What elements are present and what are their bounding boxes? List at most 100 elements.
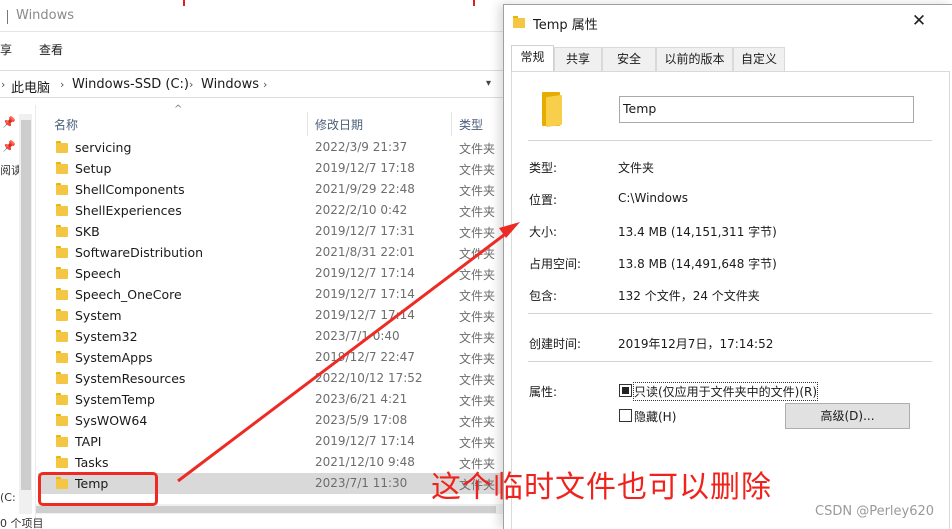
file-type: 文件夹: [459, 415, 496, 429]
file-name: SystemResources: [75, 371, 186, 386]
file-type: 文件夹: [459, 247, 496, 261]
file-row[interactable]: Setup 2019/12/7 17:18 文件夹: [38, 158, 505, 179]
column-header-name[interactable]: 名称: [38, 112, 307, 136]
tab-customize[interactable]: 自定义: [733, 47, 785, 71]
file-type: 文件夹: [459, 142, 496, 156]
contains-label: 包含:: [529, 289, 558, 303]
folder-icon: [56, 330, 68, 342]
close-icon[interactable]: ✕: [909, 11, 929, 31]
file-row[interactable]: SystemTemp 2023/6/21 4:21 文件夹: [38, 389, 505, 410]
file-type: 文件夹: [459, 373, 496, 387]
file-date: 2023/5/9 17:08: [315, 413, 408, 427]
folder-name-input[interactable]: Temp: [619, 96, 914, 123]
file-name: SKB: [75, 224, 100, 239]
folder-icon: [56, 288, 68, 300]
pin-icon: 📌: [2, 116, 16, 129]
file-date: 2022/10/12 17:52: [315, 371, 423, 385]
size-label: 大小:: [529, 225, 558, 239]
file-row[interactable]: SysWOW64 2023/5/9 17:08 文件夹: [38, 410, 505, 431]
column-header-date[interactable]: 修改日期: [308, 112, 450, 136]
size-value: 13.4 MB (14,151,311 字节): [618, 225, 777, 239]
folder-icon: [56, 204, 68, 216]
checkbox-indeterminate-mark: [622, 387, 629, 394]
file-row[interactable]: servicing 2022/3/9 21:37 文件夹: [38, 137, 505, 158]
column-header-type[interactable]: 类型: [452, 112, 505, 136]
file-date: 2019/12/7 17:14: [315, 434, 415, 448]
file-row[interactable]: SystemApps 2019/12/7 22:47 文件夹: [38, 347, 505, 368]
tab-sharing[interactable]: 共享: [554, 47, 602, 71]
file-date: 2019/12/7 17:18: [315, 161, 415, 175]
file-row[interactable]: Speech_OneCore 2019/12/7 17:14 文件夹: [38, 284, 505, 305]
type-value: 文件夹: [618, 161, 655, 175]
location-label: 位置:: [529, 193, 558, 207]
folder-icon: [56, 393, 68, 405]
breadcrumb-drive[interactable]: Windows-SSD (C:): [72, 77, 189, 92]
hidden-checkbox-label[interactable]: 隐藏(H): [634, 408, 676, 425]
created-label: 创建时间:: [529, 337, 582, 351]
chevron-right-icon: ›: [60, 78, 65, 91]
folder-icon: [56, 183, 68, 195]
file-type: 文件夹: [459, 331, 496, 345]
annotation-text: 这个临时文件也可以删除: [431, 470, 772, 505]
explorer-title: Windows: [16, 8, 75, 23]
breadcrumb-windows[interactable]: Windows: [201, 77, 259, 92]
ribbon-tab-view[interactable]: 查看: [39, 41, 63, 58]
nav-scrollbar-thumb[interactable]: [21, 120, 31, 490]
folder-icon: [56, 372, 68, 384]
type-label: 类型:: [529, 161, 558, 175]
file-row[interactable]: System 2019/12/7 17:14 文件夹: [38, 305, 505, 326]
address-bar[interactable]: › 此电脑 › Windows-SSD (C:) › Windows › ▾: [0, 70, 505, 98]
general-tab-panel: Temp 类型: 文件夹 位置: C:\Windows 大小: 13.4 MB …: [511, 71, 950, 529]
file-row[interactable]: SoftwareDistribution 2021/8/31 22:01 文件夹: [38, 242, 505, 263]
attributes-label: 属性:: [529, 385, 558, 399]
chevron-right-icon: ›: [189, 78, 194, 91]
breadcrumb-this-pc[interactable]: 此电脑: [11, 77, 50, 96]
file-row[interactable]: System32 2023/7/1 0:40 文件夹: [38, 326, 505, 347]
file-name: TAPI: [75, 434, 102, 449]
tab-previous-versions[interactable]: 以前的版本: [656, 47, 733, 71]
pane-divider[interactable]: [35, 105, 36, 525]
file-row[interactable]: ShellExperiences 2022/2/10 0:42 文件夹: [38, 200, 505, 221]
advanced-button[interactable]: 高级(D)...: [785, 403, 910, 429]
properties-dialog: Temp 属性 ✕ 常规 共享 安全 以前的版本 自定义 Temp 类型: 文件…: [503, 4, 952, 529]
file-row[interactable]: ShellComponents 2021/9/29 22:48 文件夹: [38, 179, 505, 200]
red-edge-mark: [183, 0, 185, 6]
watermark: CSDN @Perley620: [815, 504, 935, 519]
file-explorer-window: Windows 享 查看 › 此电脑 › Windows-SSD (C:) › …: [0, 0, 505, 529]
folder-icon: [56, 456, 68, 468]
readonly-checkbox-label[interactable]: 只读(仅应用于文件夹中的文件)(R): [632, 382, 819, 401]
properties-title: Temp 属性: [533, 18, 598, 33]
ribbon-tab-share[interactable]: 享: [0, 41, 12, 58]
file-date: 2019/12/7 17:31: [315, 224, 415, 238]
disk-size-label: 占用空间:: [529, 257, 582, 271]
file-type: 文件夹: [459, 289, 496, 303]
navigation-pane: 📌 📌 阅读: [0, 110, 32, 529]
file-row[interactable]: SKB 2019/12/7 17:31 文件夹: [38, 221, 505, 242]
horizontal-scrollbar-thumb[interactable]: [36, 506, 496, 513]
file-type: 文件夹: [459, 268, 496, 282]
chevron-right-icon: ›: [1, 78, 6, 91]
file-type: 文件夹: [459, 352, 496, 366]
readonly-checkbox[interactable]: [619, 384, 632, 397]
address-dropdown-icon[interactable]: ▾: [486, 78, 491, 89]
folder-icon: [56, 162, 68, 174]
nav-item-drive[interactable]: (C:: [0, 491, 16, 504]
file-row[interactable]: TAPI 2019/12/7 17:14 文件夹: [38, 431, 505, 452]
file-date: 2022/3/9 21:37: [315, 140, 408, 154]
file-date: 2019/12/7 17:14: [315, 308, 415, 322]
tab-general[interactable]: 常规: [511, 45, 554, 72]
file-row[interactable]: Speech 2019/12/7 17:14 文件夹: [38, 263, 505, 284]
column-header-name-label: 名称: [54, 118, 79, 132]
file-date: 2019/12/7 22:47: [315, 350, 415, 364]
file-row[interactable]: SystemResources 2022/10/12 17:52 文件夹: [38, 368, 505, 389]
contains-value: 132 个文件，24 个文件夹: [618, 289, 760, 303]
file-name: SysWOW64: [75, 413, 148, 428]
tab-security[interactable]: 安全: [602, 47, 656, 71]
divider: [528, 361, 932, 362]
hidden-checkbox[interactable]: [619, 409, 632, 422]
pin-icon: 📌: [2, 140, 16, 153]
highlight-box: [38, 472, 158, 506]
large-folder-icon: [538, 92, 568, 128]
file-name: Setup: [75, 161, 112, 176]
